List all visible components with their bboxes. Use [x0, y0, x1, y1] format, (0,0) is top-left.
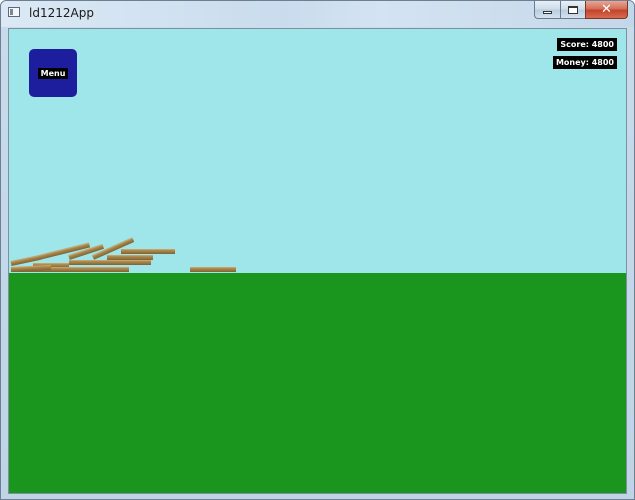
- money-display: Money: 4800: [552, 56, 617, 69]
- close-icon: ✕: [601, 2, 612, 17]
- close-button[interactable]: ✕: [585, 1, 628, 19]
- wood-plank: [121, 249, 175, 254]
- menu-button-label: Menu: [37, 67, 69, 79]
- maximize-button[interactable]: [560, 1, 585, 19]
- title-bar[interactable]: ld1212App ✕: [1, 1, 634, 27]
- window-title: ld1212App: [29, 6, 94, 20]
- score-display: Score: 4800: [557, 38, 617, 51]
- minimize-button[interactable]: [534, 1, 560, 19]
- wood-plank: [190, 267, 236, 272]
- ground: [9, 273, 626, 493]
- menu-button[interactable]: Menu: [29, 49, 77, 97]
- window-controls: ✕: [534, 1, 628, 20]
- maximize-icon: [568, 5, 578, 14]
- app-icon: [8, 7, 20, 17]
- game-canvas[interactable]: Menu Score: 4800 Money: 4800: [8, 28, 627, 494]
- minimize-icon: [543, 10, 552, 14]
- wood-plank: [69, 260, 151, 265]
- app-window: ld1212App ✕ Menu Score: 4800 Money: 4800: [0, 0, 635, 500]
- sky: [9, 29, 626, 273]
